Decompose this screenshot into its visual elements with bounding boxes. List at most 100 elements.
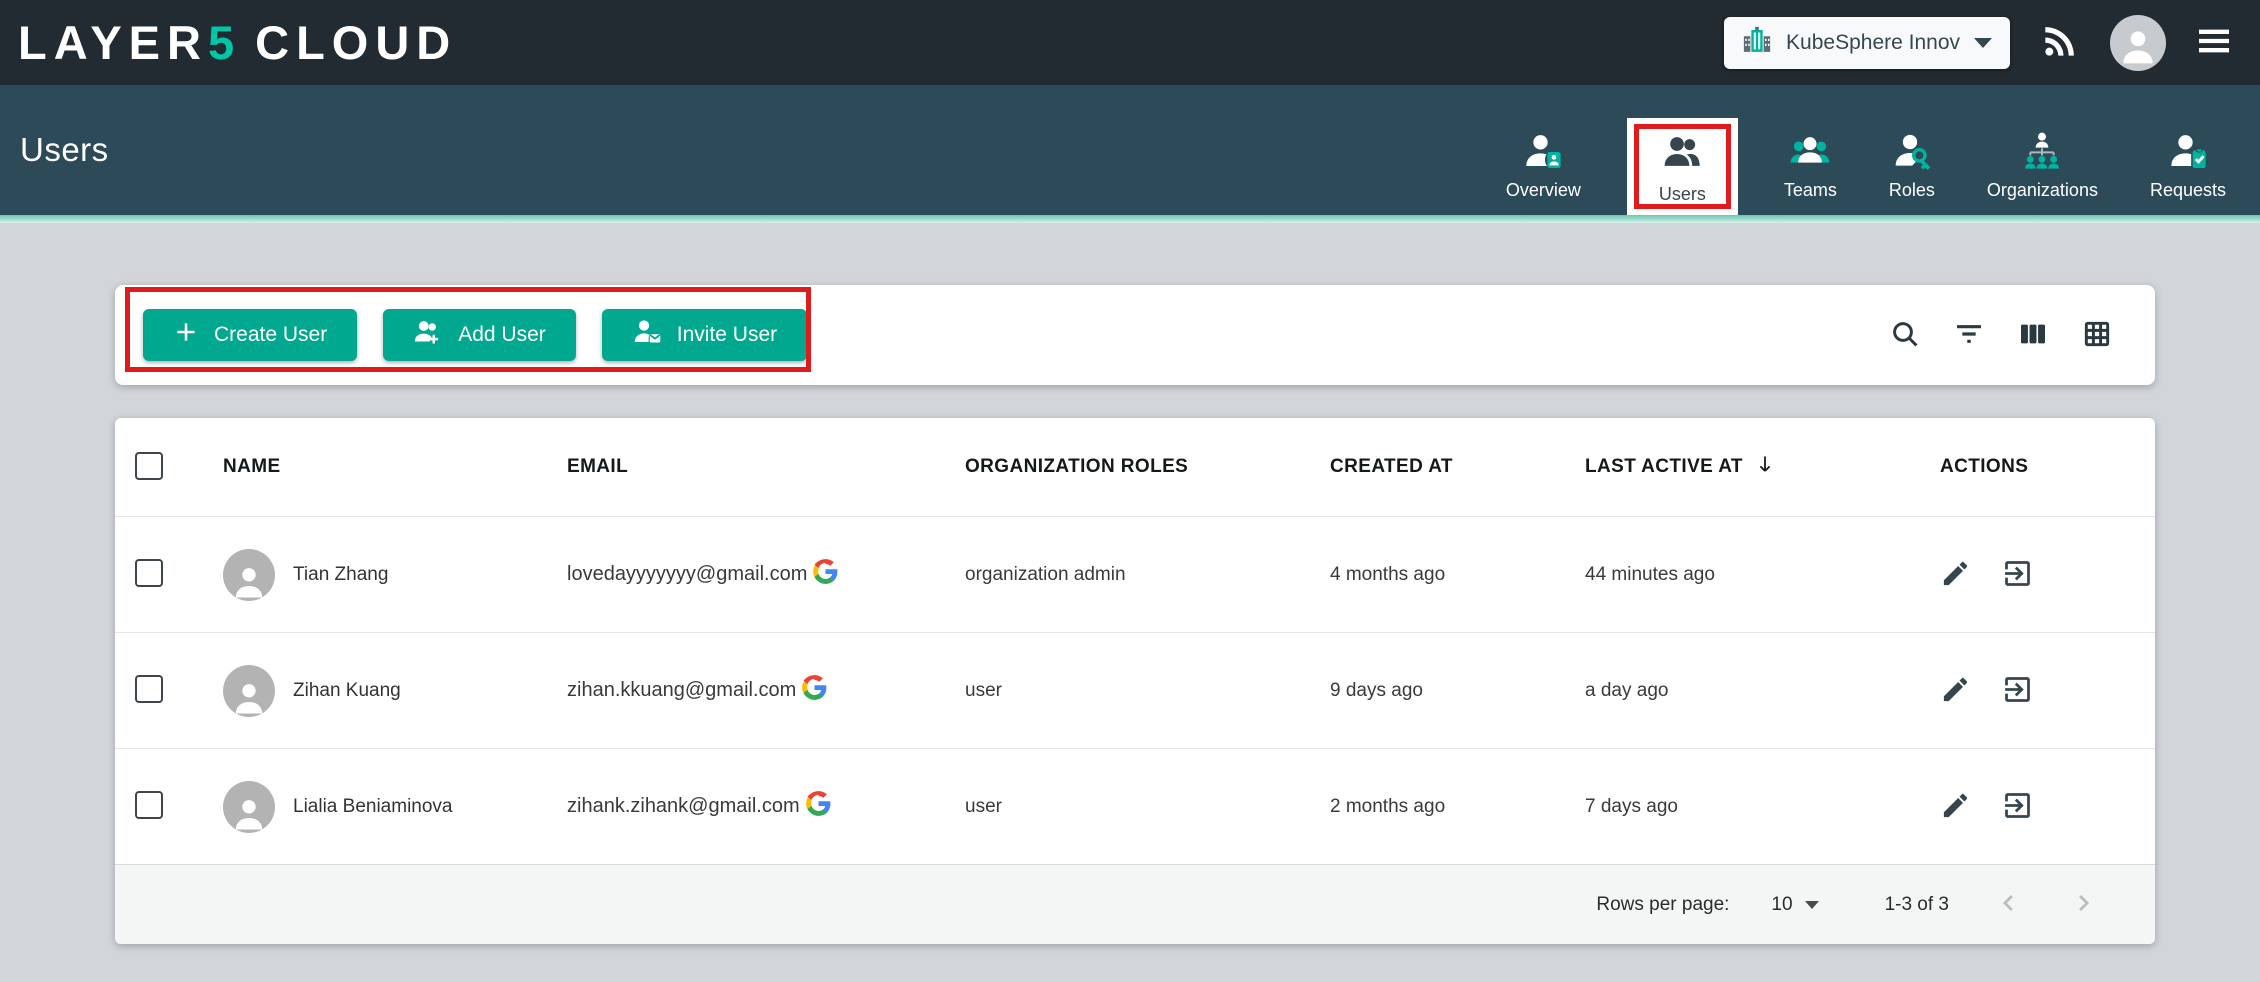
view-columns-button[interactable] <box>2017 318 2049 353</box>
user-avatar[interactable] <box>2110 15 2166 71</box>
remove-user-button[interactable] <box>2001 673 2034 709</box>
filter-button[interactable] <box>1953 318 1985 353</box>
org-role: user <box>965 796 1330 818</box>
column-header-email[interactable]: EMAIL <box>567 456 965 478</box>
google-icon <box>812 558 839 591</box>
requests-icon <box>2168 131 2208 171</box>
row-checkbox[interactable] <box>135 559 163 587</box>
nav-tabs: Overview Users <box>1500 85 2232 215</box>
tab-roles[interactable]: Roles <box>1883 130 1941 215</box>
user-name: Tian Zhang <box>293 564 388 586</box>
tab-label: Roles <box>1889 180 1935 201</box>
org-selector-label: KubeSphere Innov <box>1786 31 1960 55</box>
grid-view-button[interactable] <box>2081 318 2113 353</box>
google-icon <box>801 674 828 707</box>
sort-desc-arrow-icon <box>1753 452 1777 482</box>
edit-user-button[interactable] <box>1940 790 1971 824</box>
search-button[interactable] <box>1889 318 1921 353</box>
toolbar-icon-group <box>1889 318 2113 353</box>
pager <box>1995 889 2097 920</box>
column-header-organization-roles[interactable]: ORGANIZATION ROLES <box>965 456 1330 478</box>
button-label: Add User <box>458 323 546 347</box>
column-label: CREATED AT <box>1330 456 1453 478</box>
tab-organizations[interactable]: Organizations <box>1981 130 2104 215</box>
rows-per-page-select[interactable]: 10 <box>1765 893 1824 917</box>
user-email: zihan.kkuang@gmail.com <box>567 679 796 702</box>
search-icon <box>1889 318 1921 353</box>
created-at: 4 months ago <box>1330 564 1585 586</box>
column-header-actions[interactable]: ACTIONS <box>1940 456 2155 478</box>
previous-page-button[interactable] <box>1995 889 2023 920</box>
person-invite-icon <box>632 317 662 353</box>
column-header-name[interactable]: NAME <box>223 456 567 478</box>
edit-user-button[interactable] <box>1940 558 1971 592</box>
column-header-last-active-at[interactable]: LAST ACTIVE AT <box>1585 452 1940 482</box>
users-table: NAME EMAIL ORGANIZATION ROLES CREATED AT… <box>115 418 2155 944</box>
tab-overview[interactable]: Overview <box>1500 130 1587 215</box>
rows-per-page-label: Rows per page: <box>1596 894 1729 916</box>
hamburger-menu-icon <box>2194 21 2234 64</box>
topbar-actions: KubeSphere Innov <box>1724 15 2234 71</box>
plus-icon <box>173 319 199 351</box>
column-header-created-at[interactable]: CREATED AT <box>1330 456 1585 478</box>
chevron-right-icon <box>2069 889 2097 920</box>
main-content: Create User Add User <box>0 223 2260 944</box>
column-label: EMAIL <box>567 456 628 478</box>
created-at: 2 months ago <box>1330 796 1585 818</box>
created-at: 9 days ago <box>1330 680 1585 702</box>
organization-icon <box>1742 25 1772 60</box>
person-icon <box>2116 23 2160 70</box>
last-active-at: a day ago <box>1585 680 1940 702</box>
button-label: Create User <box>214 323 327 347</box>
tab-label: Teams <box>1784 180 1837 201</box>
next-page-button[interactable] <box>2069 889 2097 920</box>
invite-user-button[interactable]: Invite User <box>602 309 807 361</box>
user-email: zihank.zihank@gmail.com <box>567 795 800 818</box>
remove-user-button[interactable] <box>2001 789 2034 825</box>
column-label: ACTIONS <box>1940 456 2028 478</box>
logo-part1: LAYER <box>18 16 208 69</box>
layer5-logo[interactable]: LAYER5CLOUD <box>18 15 457 70</box>
row-checkbox[interactable] <box>135 791 163 819</box>
pencil-icon <box>1940 674 1971 708</box>
table-row: Tian Zhang lovedayyyyyyy@gmail.com organ… <box>115 516 2155 632</box>
org-selector-dropdown[interactable]: KubeSphere Innov <box>1724 17 2010 69</box>
select-all-checkbox[interactable] <box>135 452 163 480</box>
avatar <box>223 781 275 833</box>
tab-users[interactable]: Users <box>1627 118 1738 215</box>
table-row: Lialia Beniaminova zihank.zihank@gmail.c… <box>115 748 2155 864</box>
avatar <box>223 665 275 717</box>
column-label: LAST ACTIVE AT <box>1585 456 1743 478</box>
avatar <box>223 549 275 601</box>
app-root: LAYER5CLOUD <box>0 0 2260 982</box>
exit-icon <box>2001 789 2034 825</box>
user-email: lovedayyyyyyy@gmail.com <box>567 563 807 586</box>
org-role: organization admin <box>965 564 1330 586</box>
tab-teams[interactable]: Teams <box>1778 130 1843 215</box>
row-checkbox[interactable] <box>135 675 163 703</box>
edit-user-button[interactable] <box>1940 674 1971 708</box>
user-name: Zihan Kuang <box>293 680 401 702</box>
teal-divider <box>0 215 2260 223</box>
menu-button[interactable] <box>2194 21 2234 64</box>
logo-part2: CLOUD <box>255 16 457 69</box>
remove-user-button[interactable] <box>2001 557 2034 593</box>
tab-label: Organizations <box>1987 180 2098 201</box>
chevron-left-icon <box>1995 889 2023 920</box>
users-icon <box>1662 132 1702 177</box>
add-user-button[interactable]: Add User <box>383 309 576 361</box>
button-label: Invite User <box>677 323 777 347</box>
page-title: Users <box>20 131 109 169</box>
table-header-row: NAME EMAIL ORGANIZATION ROLES CREATED AT… <box>115 418 2155 516</box>
table-footer: Rows per page: 10 1-3 of 3 <box>115 864 2155 944</box>
view-columns-icon <box>2017 318 2049 353</box>
last-active-at: 44 minutes ago <box>1585 564 1940 586</box>
create-user-button[interactable]: Create User <box>143 309 357 361</box>
notifications-button[interactable] <box>2038 19 2082 66</box>
organizations-icon <box>2022 131 2062 171</box>
tab-requests[interactable]: Requests <box>2144 130 2232 215</box>
table-row: Zihan Kuang zihan.kkuang@gmail.com user <box>115 632 2155 748</box>
tab-label: Requests <box>2150 180 2226 201</box>
users-toolbar: Create User Add User <box>115 285 2155 385</box>
tab-label: Users <box>1659 184 1706 205</box>
